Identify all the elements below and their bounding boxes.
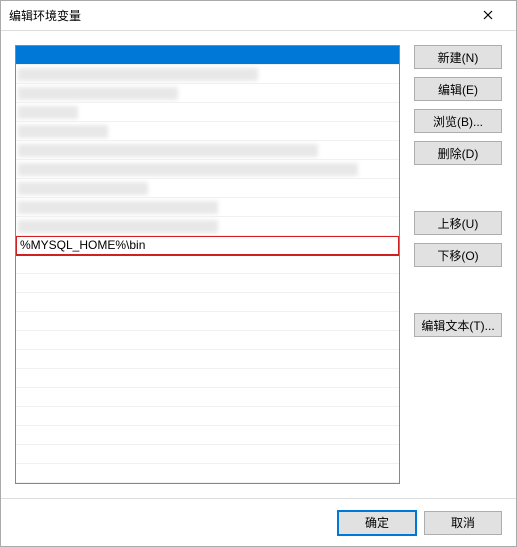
list-item[interactable]: [16, 122, 399, 141]
delete-button[interactable]: 删除(D): [414, 141, 502, 165]
move-up-button[interactable]: 上移(U): [414, 211, 502, 235]
list-item[interactable]: [16, 464, 399, 483]
move-down-button[interactable]: 下移(O): [414, 243, 502, 267]
button-column: 新建(N) 编辑(E) 浏览(B)... 删除(D) 上移(U) 下移(O) 编…: [414, 45, 502, 484]
list-item[interactable]: [16, 445, 399, 464]
list-item[interactable]: [16, 331, 399, 350]
list-item[interactable]: [16, 84, 399, 103]
dialog-title: 编辑环境变量: [9, 7, 468, 24]
list-item[interactable]: [16, 293, 399, 312]
spacer: [414, 275, 502, 305]
edit-button[interactable]: 编辑(E): [414, 77, 502, 101]
list-item[interactable]: [16, 65, 399, 84]
browse-button[interactable]: 浏览(B)...: [414, 109, 502, 133]
ok-button[interactable]: 确定: [338, 511, 416, 535]
list-item[interactable]: [16, 350, 399, 369]
content-area: %MYSQL_HOME%\bin 新建(N) 编辑(E) 浏览(B)... 删除…: [1, 31, 516, 498]
close-button[interactable]: [468, 2, 508, 30]
new-button[interactable]: 新建(N): [414, 45, 502, 69]
dialog-footer: 确定 取消: [1, 498, 516, 546]
list-item[interactable]: [16, 141, 399, 160]
close-icon: [483, 9, 493, 23]
list-item[interactable]: [16, 103, 399, 122]
list-item[interactable]: [16, 274, 399, 293]
path-listbox[interactable]: %MYSQL_HOME%\bin: [15, 45, 400, 484]
list-item[interactable]: [16, 217, 399, 236]
list-item[interactable]: [16, 179, 399, 198]
env-var-dialog: 编辑环境变量 %MYSQL_HOME%\bin: [0, 0, 517, 547]
list-item[interactable]: [16, 46, 399, 65]
list-item[interactable]: [16, 407, 399, 426]
spacer: [414, 173, 502, 203]
list-item[interactable]: [16, 160, 399, 179]
list-item[interactable]: [16, 255, 399, 274]
list-item[interactable]: [16, 388, 399, 407]
list-item[interactable]: [16, 198, 399, 217]
edit-text-button[interactable]: 编辑文本(T)...: [414, 313, 502, 337]
list-item[interactable]: [16, 369, 399, 388]
cancel-button[interactable]: 取消: [424, 511, 502, 535]
list-item[interactable]: [16, 312, 399, 331]
list-item[interactable]: [16, 426, 399, 445]
list-item-highlighted[interactable]: %MYSQL_HOME%\bin: [16, 236, 399, 255]
titlebar: 编辑环境变量: [1, 1, 516, 31]
